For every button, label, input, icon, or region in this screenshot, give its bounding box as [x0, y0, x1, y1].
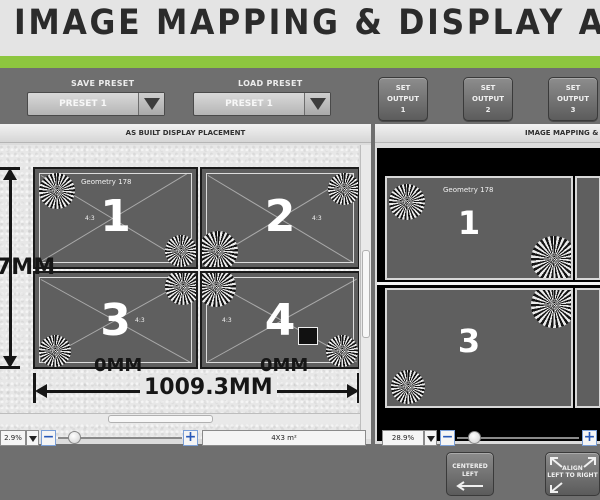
display-2[interactable]: 4:3 2	[200, 167, 359, 269]
set-output-2-button[interactable]: SET OUTPUT 2	[463, 77, 513, 121]
geometry-caption: Geometry 178	[81, 178, 132, 186]
height-dimension-label: 7MM	[0, 255, 56, 280]
page-title: IMAGE MAPPING & DISPLAY ARRANGEMENT	[14, 3, 600, 43]
zoom-out-button[interactable]: −	[41, 430, 56, 446]
zoom-dropdown[interactable]	[26, 430, 39, 446]
save-preset-arrow[interactable]	[138, 93, 164, 115]
display-number: 4	[264, 295, 296, 346]
button-label: LEFT TO RIGHT	[547, 472, 598, 479]
gap-left-label: 0MM	[94, 355, 143, 376]
placement-canvas[interactable]: Geometry 178 4:3 1 4:3 2 4:3 3 4:3 4 7MM…	[0, 145, 359, 439]
button-label: SET	[565, 84, 581, 92]
chevron-down-icon	[310, 98, 326, 110]
right-zoom-controls: 28.9% − +	[382, 430, 600, 446]
accent-bar	[0, 56, 600, 68]
button-label: SET	[480, 84, 496, 92]
display-placement-panel: AS BUILT DISPLAY PLACEMENT Geometry 178 …	[0, 124, 371, 444]
button-label: CENTERED	[452, 463, 488, 470]
image-mapping-panel: IMAGE MAPPING & ALIGNMENT Geometry 178 1…	[375, 124, 600, 444]
save-preset-label: SAVE PRESET	[71, 79, 135, 88]
zoom-slider-knob[interactable]	[468, 431, 481, 444]
gap-right-label: 0MM	[260, 355, 309, 376]
display-number: 1	[100, 191, 131, 242]
button-label: SET	[395, 84, 411, 92]
width-dimension-label: 1009.3MM	[140, 375, 277, 400]
set-output-3-button[interactable]: SET OUTPUT 3	[548, 77, 598, 121]
load-preset-arrow[interactable]	[304, 93, 330, 115]
chevron-down-icon	[144, 98, 160, 110]
button-label: ALIGN	[562, 465, 583, 472]
centered-left-button[interactable]: CENTERED LEFT	[446, 452, 494, 496]
save-preset-dropdown[interactable]: PRESET 1	[27, 92, 165, 116]
button-label: OUTPUT	[472, 95, 504, 103]
button-label: 3	[570, 106, 576, 114]
load-preset-label: LOAD PRESET	[238, 79, 303, 88]
zoom-dropdown[interactable]	[424, 430, 437, 446]
zoom-in-button[interactable]: +	[183, 430, 198, 446]
tile-number: 3	[457, 322, 481, 360]
mapped-tile-3[interactable]: 3	[385, 288, 573, 408]
starburst-pattern	[391, 370, 425, 404]
zoom-value-field[interactable]: 28.9%	[382, 430, 424, 446]
arrow-left-icon	[456, 481, 483, 491]
mapped-tile-1[interactable]: Geometry 178 1	[385, 176, 573, 280]
align-left-to-right-button[interactable]: ALIGN LEFT TO RIGHT	[545, 452, 600, 496]
display-1[interactable]: Geometry 178 4:3 1	[33, 167, 198, 269]
scrollbar-thumb[interactable]	[362, 250, 370, 338]
zoom-value-field[interactable]: 2.9%	[0, 430, 26, 446]
zoom-slider-knob[interactable]	[68, 431, 81, 444]
geometry-caption: Geometry 178	[443, 186, 494, 194]
mapped-tile-2-edge[interactable]	[575, 176, 600, 280]
header-bar: IMAGE MAPPING & DISPLAY ARRANGEMENT	[0, 0, 600, 56]
starburst-pattern	[531, 236, 571, 278]
button-label: OUTPUT	[387, 95, 419, 103]
chevron-down-icon	[427, 436, 435, 442]
load-preset-dropdown[interactable]: PRESET 1	[193, 92, 331, 116]
zoom-in-button[interactable]: +	[582, 430, 597, 446]
set-output-1-button[interactable]: SET OUTPUT 1	[378, 77, 428, 121]
left-zoom-controls: 2.9% − + 4X3 m²	[0, 430, 371, 446]
mapping-canvas[interactable]: Geometry 178 1 3	[377, 148, 600, 441]
button-label: 1	[400, 106, 406, 114]
load-preset-value: PRESET 1	[225, 99, 273, 109]
aspect-field[interactable]: 4X3 m²	[202, 430, 366, 446]
placement-vertical-scrollbar[interactable]	[360, 145, 371, 439]
alignment-line	[377, 282, 600, 285]
button-label: OUTPUT	[557, 95, 589, 103]
tile-number: 1	[457, 204, 481, 242]
display-number: 3	[100, 295, 131, 346]
button-label: 2	[485, 106, 491, 114]
chevron-down-icon	[29, 436, 37, 442]
placement-horizontal-scrollbar[interactable]	[0, 413, 360, 424]
mapped-tile-4-edge[interactable]	[575, 288, 600, 408]
zoom-out-button[interactable]: −	[440, 430, 455, 446]
panel-title-left: AS BUILT DISPLAY PLACEMENT	[0, 124, 371, 143]
button-label: LEFT	[461, 471, 479, 478]
panel-title-right: IMAGE MAPPING & ALIGNMENT	[375, 124, 600, 156]
save-preset-value: PRESET 1	[59, 99, 107, 109]
scrollbar-thumb[interactable]	[108, 415, 213, 423]
display-number: 2	[264, 191, 296, 242]
